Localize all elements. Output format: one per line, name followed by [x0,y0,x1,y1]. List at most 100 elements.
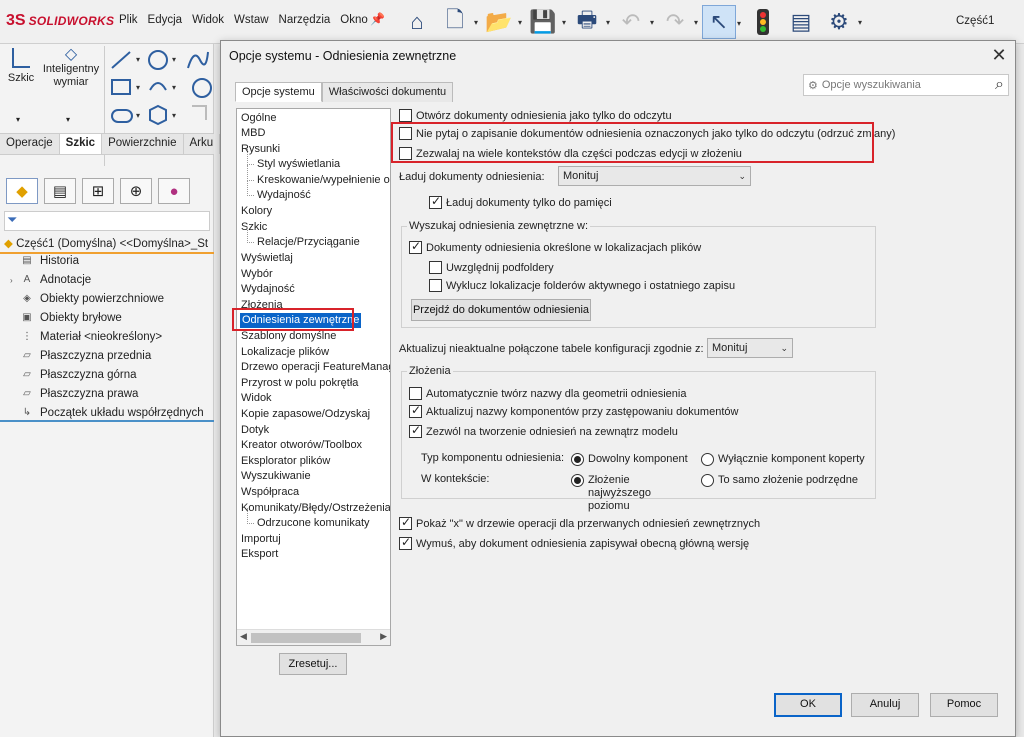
tree-item-top-plane[interactable]: ▱ Płaszczyzna górna [10,369,136,381]
docs-in-locations-checkbox[interactable]: Dokumenty odniesienia określone w lokali… [409,239,701,254]
category-item[interactable]: Kreskowanie/wypełnienie obs [246,165,390,188]
category-item[interactable]: Eksport [241,547,278,562]
tree-item-material[interactable]: ⋮ Materiał <nieokreślony> [10,331,162,343]
category-item[interactable]: Kolory [241,204,272,219]
update-names-checkbox[interactable]: Aktualizuj nazwy komponentów przy zastęp… [409,403,738,418]
top-level-radio[interactable]: Złożenie najwyższego poziomu [571,474,691,513]
open-icon[interactable]: 📂 ▾ [482,5,522,39]
select-icon[interactable]: ↖ ▾ [702,5,741,39]
category-item[interactable]: Widok [241,391,272,406]
goto-ref-docs-button[interactable]: Przejdź do dokumentów odniesienia [411,299,591,321]
checkbox-box[interactable] [409,239,422,254]
category-item[interactable]: Wyszukiwanie [241,469,311,484]
tree-item-surface-bodies[interactable]: ◈ Obiekty powierzchniowe [10,293,164,305]
save-icon[interactable]: 💾 ▾ [526,5,566,39]
load-refs-select[interactable]: Monituj ⌄ [558,166,751,186]
category-item[interactable]: Szkic [241,220,267,235]
force-save-checkbox[interactable]: Wymuś, aby dokument odniesienia zapisywa… [399,535,749,550]
checkbox-box[interactable] [399,515,412,530]
home-icon[interactable]: ⌂ [400,5,434,39]
display-manager-tab-icon[interactable]: ● [158,178,190,204]
scroll-right-icon[interactable]: ▶ [380,631,387,642]
category-item[interactable]: Wyświetlaj [241,251,293,266]
scroll-thumb[interactable] [251,633,361,643]
exclude-active-checkbox[interactable]: Wyklucz lokalizacje folderów aktywnego i… [429,279,735,292]
category-item[interactable]: Eksplorator plików [241,454,330,469]
category-item[interactable]: Lokalizacje plików [241,345,329,360]
allow-external-checkbox[interactable]: Zezwól na tworzenie odniesień na zewnątr… [409,423,678,438]
redo-icon[interactable]: ↷ ▾ [658,5,698,39]
tree-item-right-plane[interactable]: ▱ Płaszczyzna prawa [10,388,138,400]
checkbox-box[interactable] [409,387,422,400]
category-item[interactable]: Relacje/Przyciąganie [247,227,360,250]
configurationmanager-tab-icon[interactable]: ⊞ [82,178,114,204]
filter-icon[interactable]: ⏷ [4,211,210,231]
category-item[interactable]: Wydajność [241,282,295,297]
propertymanager-tab-icon[interactable]: ▤ [44,178,76,204]
menu-item-insert[interactable]: Wstaw [229,14,274,26]
category-item[interactable]: Drzewo operacji FeatureManage [241,360,390,375]
tab-surfaces[interactable]: Powierzchnie [102,134,184,154]
tree-item-origin[interactable]: ↳ Początek układu współrzędnych [10,407,204,419]
category-item[interactable]: Styl wyświetlania [246,149,340,172]
options-search-field[interactable]: ⚙ Opcje wyszukiwania ⌕ [803,74,1009,96]
category-item[interactable]: Komunikaty/Błędy/Ostrzeżenia [241,501,390,516]
reset-button[interactable]: Zresetuj... [279,653,347,675]
menu-item-view[interactable]: Widok [187,14,229,26]
close-icon[interactable]: ✕ [989,45,1009,66]
checkbox-box[interactable] [429,194,442,209]
tab-document-properties[interactable]: Właściwości dokumentu [321,82,454,102]
undo-icon[interactable]: ↶ ▾ [614,5,654,39]
rebuild-icon[interactable] [746,5,780,39]
menu-item-window[interactable]: Okno [335,14,373,26]
category-item[interactable]: Wybór [241,267,273,282]
tree-item-front-plane[interactable]: ▱ Płaszczyzna przednia [10,350,151,362]
category-item[interactable]: MBD [241,126,265,141]
print-icon[interactable]: 🖶 ▾ [570,5,610,39]
tree-root[interactable]: ◆ Część1 (Domyślna) <<Domyślna>_St [4,236,214,252]
menu-item-edit[interactable]: Edycja [143,14,188,26]
dimxpert-tab-icon[interactable]: ⊕ [120,178,152,204]
checkbox-box[interactable] [399,109,412,122]
checkbox-box[interactable] [409,423,422,438]
envelope-only-radio[interactable]: Wyłącznie komponent koperty [701,453,865,466]
show-x-checkbox[interactable]: Pokaż "x" w drzewie operacji dla przerwa… [399,515,760,530]
dimension-dropdown-icon[interactable]: ▾ [66,115,70,124]
tree-item-solid-bodies[interactable]: ▣ Obiekty bryłowe [10,312,122,324]
radio-dot[interactable] [701,453,714,466]
menu-item-file[interactable]: Plik [114,14,143,26]
category-item[interactable]: Szablony domyślne [241,329,336,344]
tab-system-options[interactable]: Opcje systemu [235,82,322,102]
checkbox-box[interactable] [429,279,442,292]
load-memory-only-checkbox[interactable]: Ładuj dokumenty tylko do pamięci [429,194,612,209]
menu-item-tools[interactable]: Narzędzia [274,14,336,26]
new-document-icon[interactable]: 🗋 ▾ [438,5,478,39]
pin-icon[interactable]: 📌 [370,12,385,26]
category-item[interactable]: Wydajność [247,180,311,203]
tree-item-annotations[interactable]: › A Adnotacje [10,274,91,286]
category-item[interactable]: Kreator otworów/Toolbox [241,438,362,453]
category-item[interactable]: Przyrost w polu pokrętła [241,376,358,391]
auto-names-checkbox[interactable]: Automatycznie twórz nazwy dla geometrii … [409,387,686,400]
sketch-tool[interactable]: Szkic [6,48,36,84]
category-item[interactable]: Importuj [241,532,281,547]
tab-sheet-metal[interactable]: Arku [184,134,221,154]
file-properties-icon[interactable]: ▤ [784,5,818,39]
any-component-radio[interactable]: Dowolny komponent [571,453,688,466]
tab-sketch[interactable]: Szkic [59,134,103,154]
update-tables-select[interactable]: Monituj ⌄ [707,338,793,358]
expand-icon[interactable]: › [10,276,20,285]
horizontal-scrollbar[interactable]: ◀ ▶ [237,629,390,645]
checkbox-box[interactable] [429,261,442,274]
cancel-button[interactable]: Anuluj [851,693,919,717]
options-icon[interactable]: ⚙ ▾ [822,5,862,39]
category-item[interactable]: Odrzucone komunikaty [247,508,370,531]
open-readonly-checkbox[interactable]: Otwórz dokumenty odniesienia jako tylko … [399,109,672,122]
checkbox-box[interactable] [409,403,422,418]
search-icon[interactable]: ⌕ [995,76,1004,94]
category-item[interactable]: Współpraca [241,485,299,500]
scroll-left-icon[interactable]: ◀ [240,631,247,642]
category-item[interactable]: Ogólne [241,111,276,126]
smart-dimension-tool[interactable]: ◇ Inteligentny wymiar [40,47,102,89]
ok-button[interactable]: OK [774,693,842,717]
